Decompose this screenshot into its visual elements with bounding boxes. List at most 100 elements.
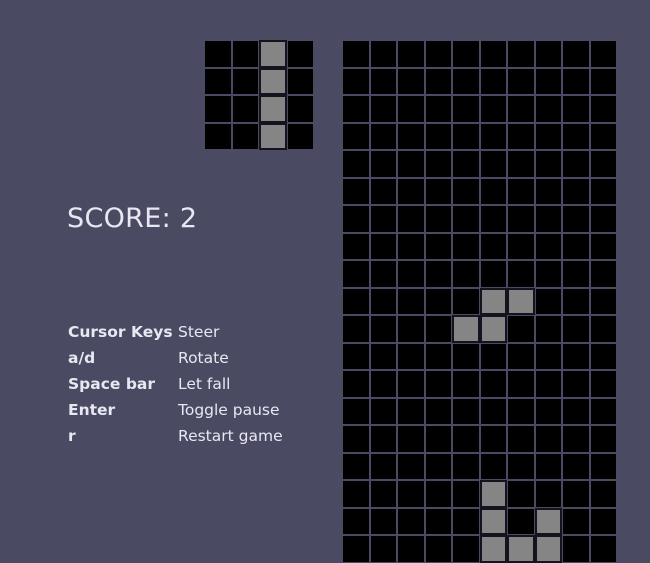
- board-cell-empty: [452, 535, 480, 563]
- board-cell-empty: [342, 232, 370, 260]
- board-cell-empty: [369, 260, 397, 288]
- board-cell-empty: [589, 370, 617, 398]
- board-cell-empty: [424, 287, 452, 315]
- board-cell-empty: [369, 507, 397, 535]
- board-cell-empty: [479, 177, 507, 205]
- board-cell-empty: [424, 535, 452, 563]
- preview-cell-empty: [231, 95, 259, 123]
- board-cell-empty: [369, 150, 397, 178]
- control-row: Enter Toggle pause: [68, 397, 283, 423]
- board-cell-block: [507, 287, 535, 315]
- preview-cell-block: [259, 95, 287, 123]
- control-key: r: [68, 427, 76, 445]
- board-cell-empty: [424, 177, 452, 205]
- board-cell-empty: [397, 452, 425, 480]
- board-cell-empty: [562, 122, 590, 150]
- board-cell-empty: [397, 535, 425, 563]
- board-cell-block: [507, 535, 535, 563]
- board-cell-empty: [562, 507, 590, 535]
- board-cell-block: [479, 287, 507, 315]
- board-cell-empty: [589, 177, 617, 205]
- board-cell-empty: [479, 342, 507, 370]
- board-cell-empty: [534, 425, 562, 453]
- board-cell-empty: [507, 480, 535, 508]
- board-cell-empty: [507, 425, 535, 453]
- board-cell-empty: [479, 370, 507, 398]
- board-cell-empty: [507, 122, 535, 150]
- board-cell-empty: [452, 95, 480, 123]
- board-cell-empty: [452, 260, 480, 288]
- board-cell-empty: [397, 95, 425, 123]
- board-cell-empty: [507, 67, 535, 95]
- board-cell-empty: [452, 40, 480, 68]
- control-action: Restart game: [178, 427, 283, 445]
- board-cell-empty: [589, 315, 617, 343]
- control-key: Cursor Keys: [68, 323, 173, 341]
- board-cell-empty: [397, 507, 425, 535]
- board-cell-empty: [369, 287, 397, 315]
- board-cell-block: [534, 507, 562, 535]
- board-cell-empty: [369, 177, 397, 205]
- controls-legend-body: Cursor Keys Steer a/d Rotate Space bar Let fa…: [68, 319, 283, 449]
- preview-cell-empty: [286, 95, 314, 123]
- board-cell-empty: [369, 452, 397, 480]
- board-cell-empty: [452, 67, 480, 95]
- board-cell-empty: [452, 177, 480, 205]
- board-cell-empty: [507, 507, 535, 535]
- board-cell-empty: [589, 95, 617, 123]
- board-cell-empty: [507, 205, 535, 233]
- board-cell-empty: [369, 232, 397, 260]
- board-cell-empty: [342, 425, 370, 453]
- board-cell-empty: [534, 397, 562, 425]
- board-cell-empty: [589, 425, 617, 453]
- board-cell-empty: [342, 507, 370, 535]
- board-cell-empty: [534, 67, 562, 95]
- board-cell-empty: [397, 67, 425, 95]
- board-cell-empty: [479, 397, 507, 425]
- board-cell-empty: [534, 150, 562, 178]
- board-cell-empty: [562, 397, 590, 425]
- board-cell-empty: [342, 95, 370, 123]
- control-row: a/d Rotate: [68, 345, 283, 371]
- board-cell-empty: [589, 452, 617, 480]
- preview-cell-empty: [204, 40, 232, 68]
- board-cell-empty: [342, 205, 370, 233]
- board-cell-empty: [369, 40, 397, 68]
- board-cell-empty: [452, 425, 480, 453]
- board-cell-empty: [589, 150, 617, 178]
- board-cell-empty: [424, 122, 452, 150]
- board-cell-empty: [424, 370, 452, 398]
- game-board[interactable]: [342, 40, 617, 563]
- score-display: SCORE: 2: [67, 203, 198, 234]
- board-cell-empty: [342, 452, 370, 480]
- board-cell-empty: [507, 95, 535, 123]
- board-cell-empty: [397, 150, 425, 178]
- board-cell-empty: [397, 397, 425, 425]
- preview-cell-empty: [231, 40, 259, 68]
- board-cell-empty: [589, 287, 617, 315]
- board-cell-empty: [534, 177, 562, 205]
- board-cell-empty: [534, 315, 562, 343]
- board-cell-empty: [397, 205, 425, 233]
- board-cell-empty: [397, 122, 425, 150]
- preview-cell-empty: [231, 122, 259, 150]
- board-cell-empty: [342, 122, 370, 150]
- board-cell-empty: [507, 342, 535, 370]
- board-cell-empty: [369, 425, 397, 453]
- board-cell-empty: [342, 177, 370, 205]
- board-cell-empty: [562, 40, 590, 68]
- board-cell-empty: [397, 480, 425, 508]
- board-cell-empty: [589, 40, 617, 68]
- board-cell-empty: [589, 480, 617, 508]
- board-cell-empty: [424, 205, 452, 233]
- board-cell-empty: [342, 342, 370, 370]
- board-cell-empty: [507, 40, 535, 68]
- board-cell-empty: [562, 342, 590, 370]
- board-cell-empty: [397, 342, 425, 370]
- board-cell-block: [479, 535, 507, 563]
- board-cell-empty: [507, 397, 535, 425]
- board-cell-empty: [342, 315, 370, 343]
- board-cell-empty: [589, 507, 617, 535]
- board-cell-empty: [562, 67, 590, 95]
- board-cell-empty: [342, 67, 370, 95]
